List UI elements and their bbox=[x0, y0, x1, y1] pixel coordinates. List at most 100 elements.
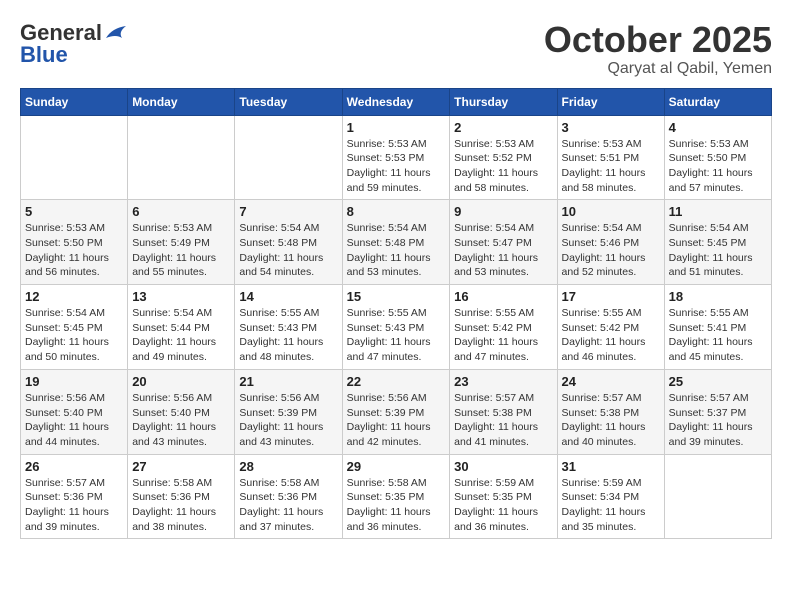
calendar-cell: 31Sunrise: 5:59 AM Sunset: 5:34 PM Dayli… bbox=[557, 454, 664, 539]
day-info: Sunrise: 5:58 AM Sunset: 5:35 PM Dayligh… bbox=[347, 476, 446, 535]
day-number: 4 bbox=[669, 120, 767, 135]
col-thursday: Thursday bbox=[450, 88, 557, 115]
calendar-header: Sunday Monday Tuesday Wednesday Thursday… bbox=[21, 88, 772, 115]
day-info: Sunrise: 5:55 AM Sunset: 5:41 PM Dayligh… bbox=[669, 306, 767, 365]
day-info: Sunrise: 5:57 AM Sunset: 5:38 PM Dayligh… bbox=[562, 391, 660, 450]
day-info: Sunrise: 5:55 AM Sunset: 5:42 PM Dayligh… bbox=[562, 306, 660, 365]
day-number: 12 bbox=[25, 289, 123, 304]
month-title: October 2025 bbox=[544, 20, 772, 60]
day-info: Sunrise: 5:59 AM Sunset: 5:34 PM Dayligh… bbox=[562, 476, 660, 535]
day-info: Sunrise: 5:54 AM Sunset: 5:45 PM Dayligh… bbox=[25, 306, 123, 365]
calendar-week-row: 5 Sunrise: 5:53 AM Sunset: 5:50 PM Daylig… bbox=[21, 200, 772, 285]
day-number: 23 bbox=[454, 374, 552, 389]
day-info: Sunrise: 5:54 AM Sunset: 5:44 PM Dayligh… bbox=[132, 306, 230, 365]
calendar-cell: 13Sunrise: 5:54 AM Sunset: 5:44 PM Dayli… bbox=[128, 285, 235, 370]
calendar-cell: 11 Sunrise: 5:54 AM Sunset: 5:45 PM Dayli… bbox=[664, 200, 771, 285]
day-number: 29 bbox=[347, 459, 446, 474]
calendar-cell: 27 Sunrise: 5:58 AM Sunset: 5:36 PM Dayli… bbox=[128, 454, 235, 539]
day-info: Sunrise: 5:54 AM Sunset: 5:48 PM Dayligh… bbox=[347, 221, 446, 280]
day-info: Sunrise: 5:54 AM Sunset: 5:48 PM Dayligh… bbox=[239, 221, 337, 280]
calendar-table: Sunday Monday Tuesday Wednesday Thursday… bbox=[20, 88, 772, 540]
day-number: 28 bbox=[239, 459, 337, 474]
day-number: 19 bbox=[25, 374, 123, 389]
calendar-cell: 2 Sunrise: 5:53 AM Sunset: 5:52 PM Daylig… bbox=[450, 115, 557, 200]
calendar-cell: 12 Sunrise: 5:54 AM Sunset: 5:45 PM Dayli… bbox=[21, 285, 128, 370]
calendar-cell: 17Sunrise: 5:55 AM Sunset: 5:42 PM Dayli… bbox=[557, 285, 664, 370]
calendar-cell: 1Sunrise: 5:53 AM Sunset: 5:53 PM Daylig… bbox=[342, 115, 450, 200]
calendar-cell: 16 Sunrise: 5:55 AM Sunset: 5:42 PM Dayli… bbox=[450, 285, 557, 370]
logo-bird-icon bbox=[104, 26, 126, 42]
col-saturday: Saturday bbox=[664, 88, 771, 115]
day-number: 18 bbox=[669, 289, 767, 304]
col-friday: Friday bbox=[557, 88, 664, 115]
calendar-cell: 20 Sunrise: 5:56 AM Sunset: 5:40 PM Dayli… bbox=[128, 369, 235, 454]
day-info: Sunrise: 5:55 AM Sunset: 5:42 PM Dayligh… bbox=[454, 306, 552, 365]
calendar-cell: 14Sunrise: 5:55 AM Sunset: 5:43 PM Dayli… bbox=[235, 285, 342, 370]
calendar-cell: 23 Sunrise: 5:57 AM Sunset: 5:38 PM Dayli… bbox=[450, 369, 557, 454]
calendar-cell: 28 Sunrise: 5:58 AM Sunset: 5:36 PM Dayli… bbox=[235, 454, 342, 539]
day-info: Sunrise: 5:53 AM Sunset: 5:52 PM Dayligh… bbox=[454, 137, 552, 196]
calendar-cell bbox=[664, 454, 771, 539]
day-info: Sunrise: 5:53 AM Sunset: 5:51 PM Dayligh… bbox=[562, 137, 660, 196]
day-number: 11 bbox=[669, 204, 767, 219]
header-row: Sunday Monday Tuesday Wednesday Thursday… bbox=[21, 88, 772, 115]
day-number: 30 bbox=[454, 459, 552, 474]
calendar-week-row: 1Sunrise: 5:53 AM Sunset: 5:53 PM Daylig… bbox=[21, 115, 772, 200]
calendar-cell: 3 Sunrise: 5:53 AM Sunset: 5:51 PM Daylig… bbox=[557, 115, 664, 200]
day-info: Sunrise: 5:54 AM Sunset: 5:45 PM Dayligh… bbox=[669, 221, 767, 280]
day-info: Sunrise: 5:59 AM Sunset: 5:35 PM Dayligh… bbox=[454, 476, 552, 535]
day-info: Sunrise: 5:54 AM Sunset: 5:47 PM Dayligh… bbox=[454, 221, 552, 280]
calendar-body: 1Sunrise: 5:53 AM Sunset: 5:53 PM Daylig… bbox=[21, 115, 772, 539]
calendar-cell: 5 Sunrise: 5:53 AM Sunset: 5:50 PM Daylig… bbox=[21, 200, 128, 285]
col-monday: Monday bbox=[128, 88, 235, 115]
day-number: 8 bbox=[347, 204, 446, 219]
day-info: Sunrise: 5:56 AM Sunset: 5:39 PM Dayligh… bbox=[239, 391, 337, 450]
day-number: 16 bbox=[454, 289, 552, 304]
day-number: 27 bbox=[132, 459, 230, 474]
calendar-cell: 9 Sunrise: 5:54 AM Sunset: 5:47 PM Daylig… bbox=[450, 200, 557, 285]
day-info: Sunrise: 5:56 AM Sunset: 5:40 PM Dayligh… bbox=[25, 391, 123, 450]
col-tuesday: Tuesday bbox=[235, 88, 342, 115]
day-info: Sunrise: 5:58 AM Sunset: 5:36 PM Dayligh… bbox=[132, 476, 230, 535]
calendar-cell: 6Sunrise: 5:53 AM Sunset: 5:49 PM Daylig… bbox=[128, 200, 235, 285]
day-info: Sunrise: 5:55 AM Sunset: 5:43 PM Dayligh… bbox=[347, 306, 446, 365]
col-wednesday: Wednesday bbox=[342, 88, 450, 115]
calendar-cell bbox=[21, 115, 128, 200]
day-number: 7 bbox=[239, 204, 337, 219]
calendar-cell: 8 Sunrise: 5:54 AM Sunset: 5:48 PM Daylig… bbox=[342, 200, 450, 285]
calendar-week-row: 12 Sunrise: 5:54 AM Sunset: 5:45 PM Dayli… bbox=[21, 285, 772, 370]
calendar-cell: 22Sunrise: 5:56 AM Sunset: 5:39 PM Dayli… bbox=[342, 369, 450, 454]
day-number: 26 bbox=[25, 459, 123, 474]
day-number: 3 bbox=[562, 120, 660, 135]
day-number: 9 bbox=[454, 204, 552, 219]
calendar-cell: 19 Sunrise: 5:56 AM Sunset: 5:40 PM Dayli… bbox=[21, 369, 128, 454]
day-info: Sunrise: 5:58 AM Sunset: 5:36 PM Dayligh… bbox=[239, 476, 337, 535]
day-number: 10 bbox=[562, 204, 660, 219]
calendar-cell: 21 Sunrise: 5:56 AM Sunset: 5:39 PM Dayli… bbox=[235, 369, 342, 454]
calendar-cell: 26Sunrise: 5:57 AM Sunset: 5:36 PM Dayli… bbox=[21, 454, 128, 539]
calendar-cell bbox=[128, 115, 235, 200]
title-area: October 2025 Qaryat al Qabil, Yemen bbox=[544, 20, 772, 78]
calendar-week-row: 19 Sunrise: 5:56 AM Sunset: 5:40 PM Dayli… bbox=[21, 369, 772, 454]
calendar-cell: 25Sunrise: 5:57 AM Sunset: 5:37 PM Dayli… bbox=[664, 369, 771, 454]
day-number: 1 bbox=[347, 120, 446, 135]
day-info: Sunrise: 5:57 AM Sunset: 5:38 PM Dayligh… bbox=[454, 391, 552, 450]
day-number: 2 bbox=[454, 120, 552, 135]
day-number: 14 bbox=[239, 289, 337, 304]
day-info: Sunrise: 5:56 AM Sunset: 5:40 PM Dayligh… bbox=[132, 391, 230, 450]
day-number: 21 bbox=[239, 374, 337, 389]
logo: General Blue bbox=[20, 20, 126, 68]
calendar-cell: 18 Sunrise: 5:55 AM Sunset: 5:41 PM Dayli… bbox=[664, 285, 771, 370]
day-number: 15 bbox=[347, 289, 446, 304]
day-number: 24 bbox=[562, 374, 660, 389]
day-info: Sunrise: 5:53 AM Sunset: 5:49 PM Dayligh… bbox=[132, 221, 230, 280]
day-info: Sunrise: 5:53 AM Sunset: 5:50 PM Dayligh… bbox=[25, 221, 123, 280]
calendar-cell: 29 Sunrise: 5:58 AM Sunset: 5:35 PM Dayli… bbox=[342, 454, 450, 539]
day-info: Sunrise: 5:56 AM Sunset: 5:39 PM Dayligh… bbox=[347, 391, 446, 450]
calendar-cell: 30 Sunrise: 5:59 AM Sunset: 5:35 PM Dayli… bbox=[450, 454, 557, 539]
calendar-cell: 15 Sunrise: 5:55 AM Sunset: 5:43 PM Dayli… bbox=[342, 285, 450, 370]
day-number: 20 bbox=[132, 374, 230, 389]
page-header: General Blue October 2025 Qaryat al Qabi… bbox=[20, 20, 772, 78]
day-number: 5 bbox=[25, 204, 123, 219]
day-number: 25 bbox=[669, 374, 767, 389]
